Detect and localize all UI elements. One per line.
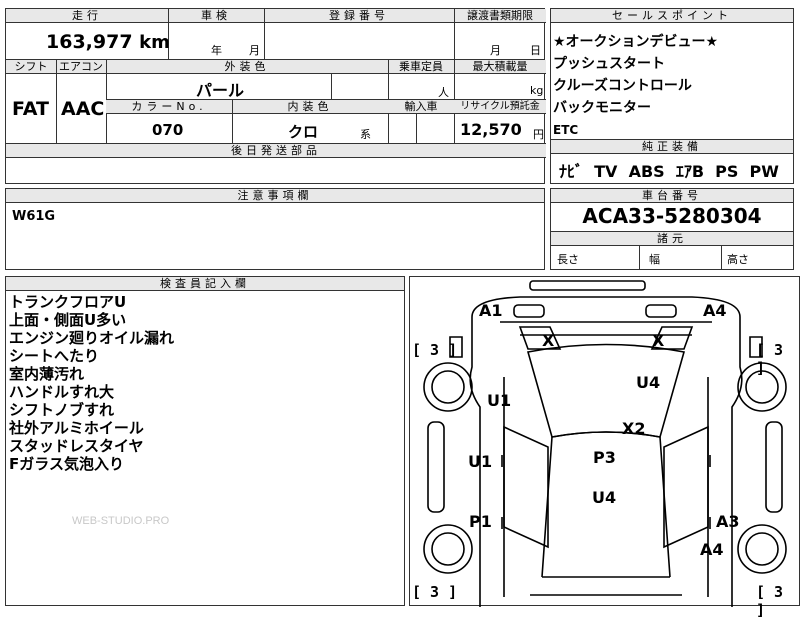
inspector-line: 社外アルミホイール — [9, 419, 144, 437]
chassis-header: 車台番号 — [551, 189, 793, 203]
dimension-length: 長さ — [557, 253, 579, 266]
mileage-unit: km — [139, 32, 170, 53]
mark-p3: P3 — [593, 448, 616, 467]
inspection-month: 月 — [249, 44, 260, 57]
inspector-line: ハンドルすれ大 — [9, 383, 115, 401]
mileage-header: 走行 — [6, 9, 168, 23]
bracket-top-right: [ 3 ] — [756, 341, 784, 377]
exterior-value: パール — [196, 81, 245, 100]
inspector-line: 室内薄汚れ — [9, 365, 85, 383]
mark-x2: X2 — [622, 419, 646, 438]
sales-points-panel: セールスポイント ★オークションデビュー★ プッシュスタート クルーズコントロー… — [550, 8, 794, 140]
inspector-header: 検査員記入欄 — [6, 277, 404, 291]
inspector-line: トランクフロアU — [9, 293, 127, 311]
chassis-number: ACA33-5280304 — [582, 204, 762, 228]
sales-header: セールスポイント — [551, 9, 793, 23]
mark-a3: A3 — [716, 512, 740, 531]
transfer-header: 譲渡書類期限 — [454, 9, 546, 23]
recycle-value: 12,570 — [460, 120, 522, 139]
mark-p1: P1 — [469, 512, 492, 531]
mileage-number: 163,977 — [46, 31, 133, 53]
equipment-header: 純正装備 — [551, 140, 793, 154]
inspection-header: 車検 — [168, 9, 264, 23]
mark-x-left: X — [542, 331, 555, 350]
aircon-header: エアコン — [56, 60, 106, 74]
inspector-line: シートへたり — [9, 347, 100, 365]
color-no-header: カラーNo. — [106, 100, 232, 114]
inspector-line: シフトノブすれ — [9, 401, 115, 419]
sales-point: ETC — [553, 123, 579, 137]
bracket-bottom-right: [ 3 ] — [756, 583, 784, 619]
bracket-bottom-left: [ 3 ] — [412, 583, 458, 601]
sales-point: バックモニター — [553, 100, 651, 116]
recycle-unit: 円 — [533, 128, 544, 141]
dimension-height: 高さ — [727, 253, 749, 266]
color-no-value: 070 — [152, 121, 184, 139]
load-header: 最大積載量 — [454, 60, 546, 74]
equipment-panel: 純正装備 ﾅﾋﾞ TV ABS ｴｱB PS PW — [550, 140, 794, 184]
exterior-header: 外装色 — [106, 60, 388, 74]
dimension-width: 幅 — [649, 253, 660, 266]
inspector-lines: トランクフロアU 上面・側面U多い エンジン廻りオイル漏れ シートへたり 室内薄… — [9, 293, 174, 473]
interior-value: クロ — [288, 123, 319, 141]
later-parts-header: 後日発送部品 — [6, 143, 546, 158]
dimensions-header: 諸元 — [551, 231, 793, 246]
inspector-line: エンジン廻りオイル漏れ — [9, 329, 175, 347]
sales-points-list: ★オークションデビュー★ プッシュスタート クルーズコントロール バックモニター… — [553, 31, 718, 141]
mileage-value: 163,977 km — [46, 31, 170, 53]
mark-x-right: X — [652, 331, 665, 350]
inspector-panel: 検査員記入欄 トランクフロアU 上面・側面U多い エンジン廻りオイル漏れ シート… — [5, 276, 405, 606]
bracket-top-left: [ 3 ] — [412, 341, 458, 359]
shift-header: シフト — [6, 60, 56, 74]
mark-a4-bottom: A4 — [700, 540, 724, 559]
inspector-line: Fガラス気泡入り — [9, 455, 124, 473]
mark-u1-lower: U1 — [468, 452, 493, 471]
mark-u4-mid: U4 — [592, 488, 617, 507]
top-info-panel: 走行 車検 登録番号 譲渡書類期限 163,977 km 年 月 月 日 — [5, 8, 546, 60]
inspector-line: 上面・側面U多い — [9, 311, 127, 329]
shift-value: FAT — [12, 98, 49, 120]
inspection-year: 年 — [211, 44, 222, 57]
equipment-items: ﾅﾋﾞ TV ABS ｴｱB PS PW — [559, 162, 779, 181]
transfer-day: 日 — [530, 44, 541, 57]
notes-header: 注意事項欄 — [6, 189, 544, 203]
interior-suffix: 系 — [360, 128, 371, 141]
mark-a1: A1 — [479, 301, 503, 320]
sales-point: クルーズコントロール — [553, 78, 692, 94]
sales-point: プッシュスタート — [553, 56, 665, 72]
capacity-unit: 人 — [438, 86, 449, 99]
notes-text: W61G — [12, 209, 56, 224]
sales-point: ★オークションデビュー★ — [553, 34, 719, 50]
inspector-line: スタッドレスタイヤ — [9, 437, 144, 455]
chassis-panel: 車台番号 ACA33-5280304 諸元 長さ 幅 高さ — [550, 188, 794, 270]
mark-a4-top: A4 — [703, 301, 727, 320]
notes-panel: 注意事項欄 W61G — [5, 188, 545, 270]
specs-panel: シフト エアコン 外装色 乗車定員 最大積載量 FAT AAC パール 人 kg… — [5, 60, 546, 184]
load-unit: kg — [530, 84, 544, 97]
import-header: 輸入車 — [388, 100, 454, 114]
transfer-month: 月 — [490, 44, 501, 57]
car-diagram-panel: A1 A4 X X U4 U1 X2 U1 P3 U4 P1 A3 A4 [ 3… — [409, 276, 800, 619]
recycle-header: リサイクル預託金 — [454, 100, 546, 114]
car-diagram-outline — [423, 280, 787, 607]
mark-u4-top: U4 — [636, 373, 661, 392]
watermark: WEB-STUDIO.PRO — [72, 515, 170, 527]
capacity-header: 乗車定員 — [388, 60, 454, 74]
aircon-value: AAC — [61, 98, 105, 120]
mark-u1-upper: U1 — [487, 391, 512, 410]
interior-header: 内装色 — [232, 100, 388, 114]
registration-header: 登録番号 — [264, 9, 454, 23]
